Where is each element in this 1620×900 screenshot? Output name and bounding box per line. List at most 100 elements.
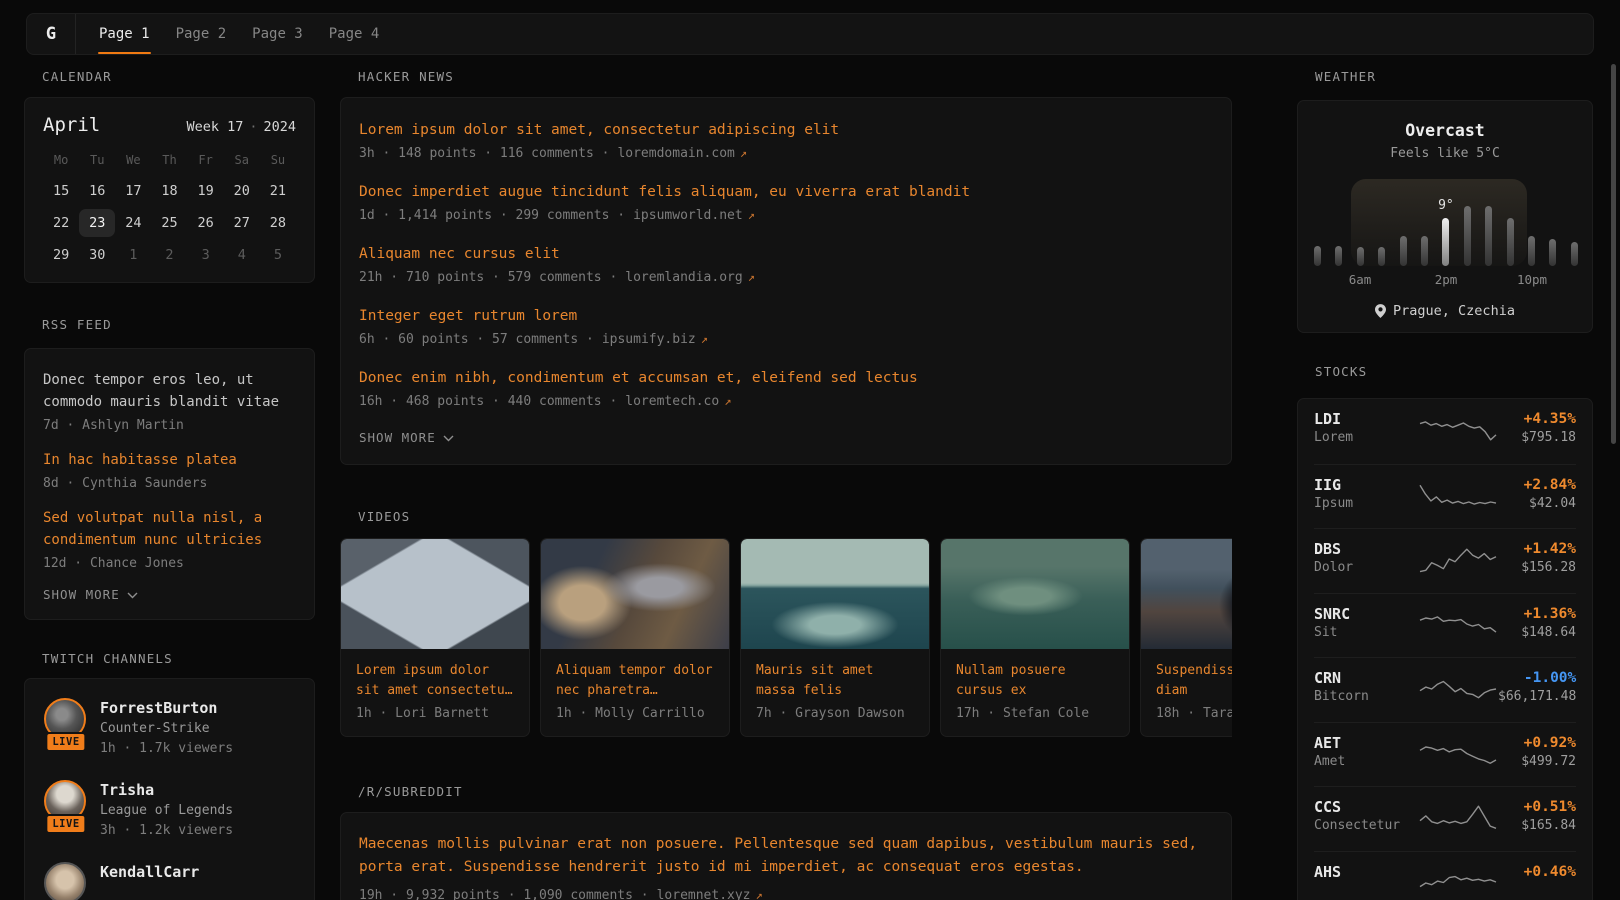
rss-item-title[interactable]: Sed volutpat nulla nisl, a condimentum n… xyxy=(43,507,296,551)
weather-axis-label: 6am xyxy=(1349,273,1372,286)
weather-axis: 6am2pm10pm xyxy=(1314,273,1578,286)
calendar-day[interactable]: 25 xyxy=(151,209,187,237)
subreddit-post-title[interactable]: Maecenas mollis pulvinar erat non posuer… xyxy=(359,833,1213,878)
stock-row[interactable]: AET Amet +0.92% $499.72 xyxy=(1314,722,1576,787)
hn-item-domain[interactable]: loremtech.co xyxy=(625,394,719,409)
video-meta: 1h · Lori Barnett xyxy=(356,706,514,722)
stock-change: +0.92% xyxy=(1498,734,1576,753)
twitch-channel-row[interactable]: LIVE KendallCarr xyxy=(43,861,296,900)
stock-symbol: IIG xyxy=(1314,476,1418,495)
stock-sparkline xyxy=(1418,736,1498,770)
calendar-day[interactable]: 23 xyxy=(79,209,115,237)
calendar-day[interactable]: 22 xyxy=(43,209,79,237)
calendar-day[interactable]: 20 xyxy=(224,177,260,205)
rss-item: Donec tempor eros leo, ut commodo mauris… xyxy=(43,369,296,434)
stock-id-block: AHS xyxy=(1314,863,1418,882)
stock-row[interactable]: DBS Dolor +1.42% $156.28 xyxy=(1314,528,1576,593)
videos-section-title: VIDEOS xyxy=(340,510,1232,524)
subreddit-post-domain[interactable]: loremnet.xyz xyxy=(657,888,751,900)
stock-row[interactable]: CRN Bitcorn -1.00% $66,171.48 xyxy=(1314,657,1576,722)
hn-show-more-button[interactable]: SHOW MORE xyxy=(359,430,454,446)
weather-bar-slot: 9° xyxy=(1442,179,1449,266)
weather-bar xyxy=(1528,236,1535,266)
video-card[interactable]: Suspendisse diam 18h · Tara xyxy=(1140,538,1232,737)
stock-row[interactable]: CCS Consectetur +0.51% $165.84 xyxy=(1314,786,1576,851)
hn-item-domain[interactable]: ipsumworld.net xyxy=(633,208,743,223)
rss-show-more-button[interactable]: SHOW MORE xyxy=(43,587,138,603)
calendar-day[interactable]: 19 xyxy=(188,177,224,205)
rss-item-title[interactable]: Donec tempor eros leo, ut commodo mauris… xyxy=(43,369,296,413)
calendar-day[interactable]: 24 xyxy=(115,209,151,237)
calendar-day[interactable]: 4 xyxy=(224,241,260,269)
stock-symbol: AHS xyxy=(1314,863,1418,882)
calendar-day[interactable]: 18 xyxy=(151,177,187,205)
hn-item-domain[interactable]: ipsumify.biz xyxy=(602,332,696,347)
calendar-day[interactable]: 2 xyxy=(151,241,187,269)
calendar-day[interactable]: 17 xyxy=(115,177,151,205)
page-tab[interactable]: Page 4 xyxy=(316,14,393,54)
video-title[interactable]: Suspendisse diam xyxy=(1156,661,1232,701)
calendar-day[interactable]: 21 xyxy=(260,177,296,205)
calendar-day[interactable]: 28 xyxy=(260,209,296,237)
stock-id-block: SNRC Sit xyxy=(1314,605,1418,642)
scrollbar-thumb[interactable] xyxy=(1611,64,1616,444)
hn-item-stats: 6h · 60 points · 57 comments · xyxy=(359,332,594,347)
calendar-day[interactable]: 16 xyxy=(79,177,115,205)
hn-item-title[interactable]: Donec enim nibh, condimentum et accumsan… xyxy=(359,368,1213,388)
calendar-days: 1516171819202122232425262728293012345 xyxy=(43,177,296,269)
calendar-day[interactable]: 1 xyxy=(115,241,151,269)
video-card[interactable]: Mauris sit amet massa felis 7h · Grayson… xyxy=(740,538,930,737)
stock-sparkline xyxy=(1418,800,1498,834)
hn-item-domain[interactable]: loremlandia.org xyxy=(625,270,742,285)
weather-bar xyxy=(1485,206,1492,266)
channel-name[interactable]: KendallCarr xyxy=(100,863,199,881)
page-tab[interactable]: Page 3 xyxy=(239,14,316,54)
rss-item-meta: 7d · Ashlyn Martin xyxy=(43,418,296,434)
hn-item-title[interactable]: Donec imperdiet augue tincidunt felis al… xyxy=(359,182,1213,202)
hn-item-domain[interactable]: loremdomain.com xyxy=(617,146,734,161)
rss-item-title[interactable]: In hac habitasse platea xyxy=(43,449,296,471)
stock-row[interactable]: IIG Ipsum +2.84% $42.04 xyxy=(1314,464,1576,529)
weather-bar-slot xyxy=(1571,179,1578,266)
hn-item-stats: 1d · 1,414 points · 299 comments · xyxy=(359,208,625,223)
twitch-channel-row[interactable]: LIVE Trisha League of Legends 3h · 1.2k … xyxy=(43,779,296,839)
hn-item-title[interactable]: Integer eget rutrum lorem xyxy=(359,306,1213,326)
video-thumbnail xyxy=(541,539,729,649)
calendar-day[interactable]: 29 xyxy=(43,241,79,269)
hn-item-title[interactable]: Lorem ipsum dolor sit amet, consectetur … xyxy=(359,120,1213,140)
calendar-day[interactable]: 30 xyxy=(79,241,115,269)
video-card[interactable]: Lorem ipsum dolor sit amet consectetu… 1… xyxy=(340,538,530,737)
twitch-channel-row[interactable]: LIVE ForrestBurton Counter-Strike 1h · 1… xyxy=(43,697,296,757)
calendar-day[interactable]: 27 xyxy=(224,209,260,237)
subreddit-post-stats: 19h · 9,932 points · 1,090 comments · xyxy=(359,888,649,900)
stock-row[interactable]: LDI Lorem +4.35% $795.18 xyxy=(1314,399,1576,464)
page-tab[interactable]: Page 1 xyxy=(86,14,163,54)
stock-change: +2.84% xyxy=(1498,476,1576,495)
calendar-week-year: Week 17·2024 xyxy=(186,119,296,135)
channel-name[interactable]: Trisha xyxy=(100,781,233,799)
calendar-day[interactable]: 15 xyxy=(43,177,79,205)
stock-symbol: CCS xyxy=(1314,798,1418,817)
channel-name[interactable]: ForrestBurton xyxy=(100,699,233,717)
hn-item-meta: 3h · 148 points · 116 comments ·loremdom… xyxy=(359,145,1213,162)
calendar-day[interactable]: 3 xyxy=(188,241,224,269)
video-title[interactable]: Lorem ipsum dolor sit amet consectetu… xyxy=(356,661,514,701)
stock-row[interactable]: AHS +0.46% xyxy=(1314,851,1576,900)
stock-row[interactable]: SNRC Sit +1.36% $148.64 xyxy=(1314,593,1576,658)
stock-name: Consectetur xyxy=(1314,817,1418,835)
calendar-day[interactable]: 5 xyxy=(260,241,296,269)
video-card[interactable]: Nullam posuere cursus ex 17h · Stefan Co… xyxy=(940,538,1130,737)
page-tab[interactable]: Page 2 xyxy=(163,14,240,54)
location-pin-icon xyxy=(1375,304,1386,318)
weather-location: Prague, Czechia xyxy=(1314,303,1576,319)
stock-name: Amet xyxy=(1314,753,1418,771)
calendar-day[interactable]: 26 xyxy=(188,209,224,237)
weather-bar xyxy=(1314,246,1321,266)
weather-bar-slot xyxy=(1464,179,1471,266)
video-card[interactable]: Aliquam tempor dolor nec pharetra… 1h · … xyxy=(540,538,730,737)
video-title[interactable]: Nullam posuere cursus ex xyxy=(956,661,1114,701)
video-title[interactable]: Aliquam tempor dolor nec pharetra… xyxy=(556,661,714,701)
hn-item-title[interactable]: Aliquam nec cursus elit xyxy=(359,244,1213,264)
video-title[interactable]: Mauris sit amet massa felis xyxy=(756,661,914,701)
weekday-label: Su xyxy=(260,153,296,168)
